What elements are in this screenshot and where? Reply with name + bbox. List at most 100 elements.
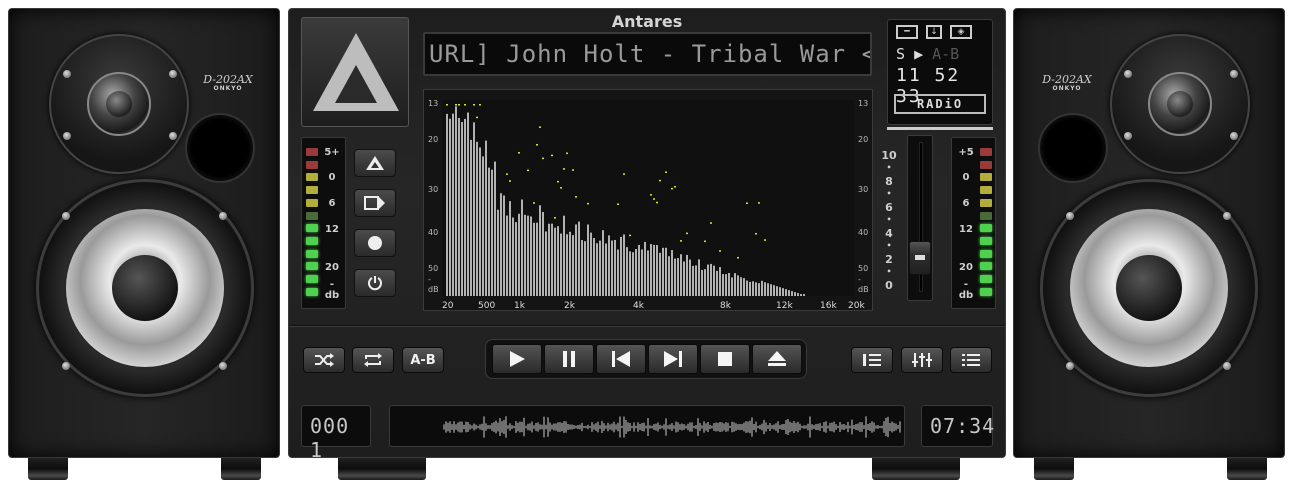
now-playing-marquee: URL] John Holt - Tribal War <4 bbox=[423, 32, 872, 76]
download-icon[interactable]: ↓ bbox=[926, 25, 942, 39]
stereo-indicator: S bbox=[896, 45, 906, 63]
record-button[interactable] bbox=[354, 229, 396, 257]
scale-dot: • bbox=[886, 241, 892, 250]
play-button[interactable] bbox=[492, 344, 542, 374]
woofer bbox=[36, 179, 254, 397]
seek-waveform[interactable] bbox=[389, 405, 905, 447]
spectrum-peak bbox=[455, 104, 457, 106]
right-vu-meter: +5 0 6 12 20 - db bbox=[951, 137, 996, 309]
spectrum-bar bbox=[608, 235, 610, 296]
scale-dot: • bbox=[886, 267, 892, 276]
skin-button[interactable] bbox=[354, 149, 396, 177]
spectrum-bar bbox=[674, 258, 676, 296]
db-tick-label: - bbox=[428, 275, 431, 284]
screen-icon[interactable]: ◈ bbox=[950, 25, 972, 39]
spectrum-peak bbox=[674, 186, 676, 188]
volume-scale-label: 6 bbox=[885, 201, 893, 214]
spectrum-bar bbox=[743, 278, 745, 296]
spectrum-bar bbox=[773, 285, 775, 296]
ab-repeat-button[interactable]: A-B bbox=[402, 347, 444, 373]
volume-scale-label: 10 bbox=[881, 149, 897, 162]
tweeter-cone bbox=[87, 72, 151, 136]
video-button[interactable] bbox=[354, 189, 396, 217]
spectrum-bar bbox=[749, 281, 751, 296]
shuffle-button[interactable] bbox=[303, 347, 345, 373]
spectrum-peak bbox=[587, 202, 589, 205]
spectrum-bar bbox=[479, 147, 481, 296]
next-button[interactable] bbox=[648, 344, 698, 374]
spectrum-bar bbox=[611, 240, 613, 296]
spectrum-bar bbox=[644, 241, 646, 296]
playlist-view-button[interactable] bbox=[851, 347, 893, 373]
waveform-icon bbox=[443, 416, 901, 438]
spectrum-bar bbox=[653, 244, 655, 296]
volume-scale-label: 2 bbox=[885, 253, 893, 266]
spectrum-peak bbox=[551, 154, 553, 157]
spectrum-bar bbox=[557, 226, 559, 296]
volume-scale: 10 • 8 • 6 • 4 • 2 • 0 bbox=[877, 149, 901, 293]
vu-segment bbox=[306, 236, 318, 245]
spectrum-bar bbox=[470, 139, 472, 296]
tweeter-cone bbox=[1148, 72, 1212, 136]
spectrum-bar bbox=[701, 269, 703, 296]
stop-button[interactable] bbox=[700, 344, 750, 374]
spectrum-bar bbox=[581, 240, 583, 296]
spectrum-bar bbox=[617, 249, 619, 296]
spectrum-bar bbox=[467, 112, 469, 297]
spectrum-peak bbox=[764, 239, 766, 241]
spectrum-bar bbox=[494, 161, 496, 296]
player-unit: Antares URL] John Holt - Tribal War <4 ━… bbox=[288, 8, 1006, 462]
volume-knob[interactable] bbox=[909, 240, 931, 275]
vu-segment bbox=[306, 148, 318, 156]
playlist-button[interactable] bbox=[950, 347, 992, 373]
spectrum-peak bbox=[623, 173, 625, 175]
equalizer-button[interactable] bbox=[901, 347, 943, 373]
vu-segment bbox=[980, 186, 992, 195]
previous-button[interactable] bbox=[596, 344, 646, 374]
list-icon bbox=[962, 354, 980, 366]
screw-icon bbox=[63, 132, 71, 140]
spectrum-bar bbox=[620, 236, 622, 296]
scale-dot: • bbox=[886, 189, 892, 198]
spectrum-bar bbox=[488, 167, 490, 296]
spectrum-peak bbox=[650, 194, 652, 196]
pause-button[interactable] bbox=[544, 344, 594, 374]
spectrum-bar bbox=[461, 122, 463, 296]
spectrum-bar bbox=[500, 193, 502, 296]
vu-segment bbox=[980, 236, 992, 245]
spectrum-bar bbox=[800, 294, 802, 296]
vu-label: db bbox=[324, 290, 340, 301]
spectrum-bar bbox=[758, 283, 760, 296]
spectrum-bar bbox=[695, 265, 697, 296]
vu-segment bbox=[306, 275, 318, 283]
spectrum-peak bbox=[572, 169, 574, 171]
vu-segment bbox=[306, 262, 318, 271]
eject-icon bbox=[768, 351, 786, 366]
repeat-button[interactable] bbox=[352, 347, 394, 373]
radio-mode-button[interactable]: RADiO bbox=[894, 94, 986, 114]
left-speaker: D-202AX ONKYO bbox=[8, 8, 280, 458]
vu-label: - bbox=[329, 279, 335, 290]
frequency-tick-label: 2k bbox=[564, 301, 576, 311]
screw-icon bbox=[63, 70, 71, 78]
volume-fader[interactable] bbox=[907, 135, 933, 301]
spectrum-bar bbox=[530, 216, 532, 296]
spectrum-bar bbox=[575, 224, 577, 296]
spectrum-bar bbox=[626, 247, 628, 296]
spectrum-bar bbox=[506, 215, 508, 296]
triangle-icon bbox=[366, 156, 384, 170]
spectrum-bar bbox=[455, 106, 457, 296]
spectrum-bar bbox=[731, 277, 733, 296]
power-button[interactable] bbox=[354, 269, 396, 297]
spectrum-bar bbox=[707, 264, 709, 296]
minimize-icon[interactable]: ━ bbox=[896, 25, 918, 39]
vu-label: 12 bbox=[325, 224, 339, 235]
stop-icon bbox=[718, 352, 732, 366]
spectrum-peak bbox=[458, 104, 460, 106]
spectrum-bar bbox=[539, 205, 541, 296]
volume-scale-label: 4 bbox=[885, 227, 893, 240]
vu-label: 6 bbox=[328, 198, 336, 209]
vu-segment bbox=[980, 249, 992, 258]
eject-button[interactable] bbox=[752, 344, 802, 374]
spectrum-bar bbox=[449, 118, 451, 297]
